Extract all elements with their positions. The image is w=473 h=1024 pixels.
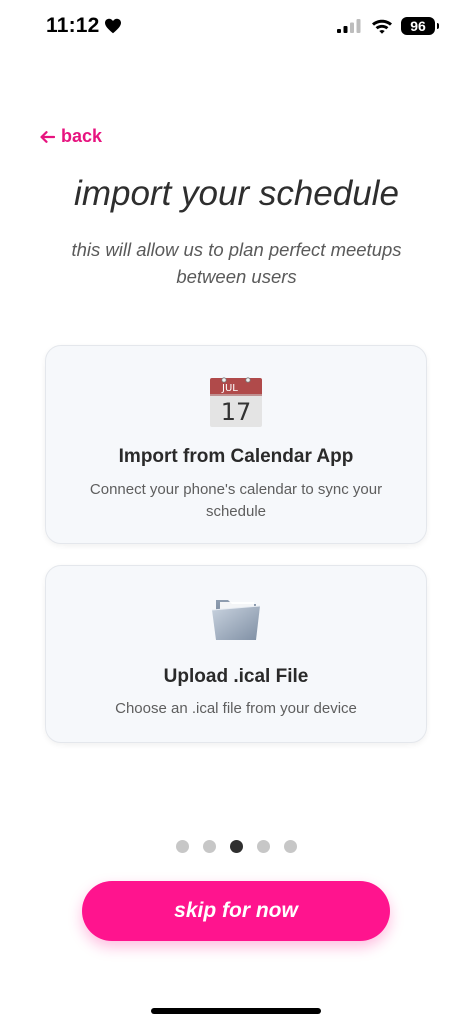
status-bar: 11:12 96 [0, 0, 473, 56]
home-indicator[interactable] [151, 1008, 321, 1014]
arrow-left-icon [40, 130, 55, 143]
calendar-icon: JUL 17 [209, 374, 263, 428]
folder-icon [210, 594, 262, 642]
import-calendar-description: Connect your phone's calendar to sync yo… [89, 481, 383, 520]
pagination-dot [230, 840, 243, 853]
upload-ical-title: Upload .ical File [163, 666, 309, 687]
import-calendar-title: Import from Calendar App [118, 446, 354, 467]
upload-ical-description: Choose an .ical file from your device [115, 700, 357, 717]
pagination-dots [0, 840, 473, 853]
battery-icon: 96 [401, 17, 439, 35]
calendar-icon-day: 17 [221, 398, 252, 426]
import-calendar-card[interactable]: JUL 17 Import from Calendar App Connect … [45, 345, 427, 544]
page-title: import your schedule [74, 174, 399, 213]
wifi-icon [371, 18, 393, 34]
status-time: 11:12 [46, 14, 100, 37]
pagination-dot [176, 840, 189, 853]
pagination-dot [257, 840, 270, 853]
heart-icon [104, 18, 122, 34]
status-indicators: 96 [337, 17, 439, 35]
back-label: back [61, 126, 103, 146]
upload-ical-card[interactable]: Upload .ical File Choose an .ical file f… [45, 565, 427, 743]
signal-icon [337, 19, 363, 33]
calendar-icon-month: JUL [221, 383, 238, 394]
pagination-dot [284, 840, 297, 853]
page-subtitle: this will allow us to plan perfect meetu… [71, 239, 402, 287]
status-time-group: 11:12 [46, 14, 122, 38]
back-button[interactable]: back [40, 126, 102, 147]
skip-button[interactable]: skip for now [82, 881, 390, 941]
pagination-dot [203, 840, 216, 853]
skip-label: skip for now [174, 899, 298, 922]
